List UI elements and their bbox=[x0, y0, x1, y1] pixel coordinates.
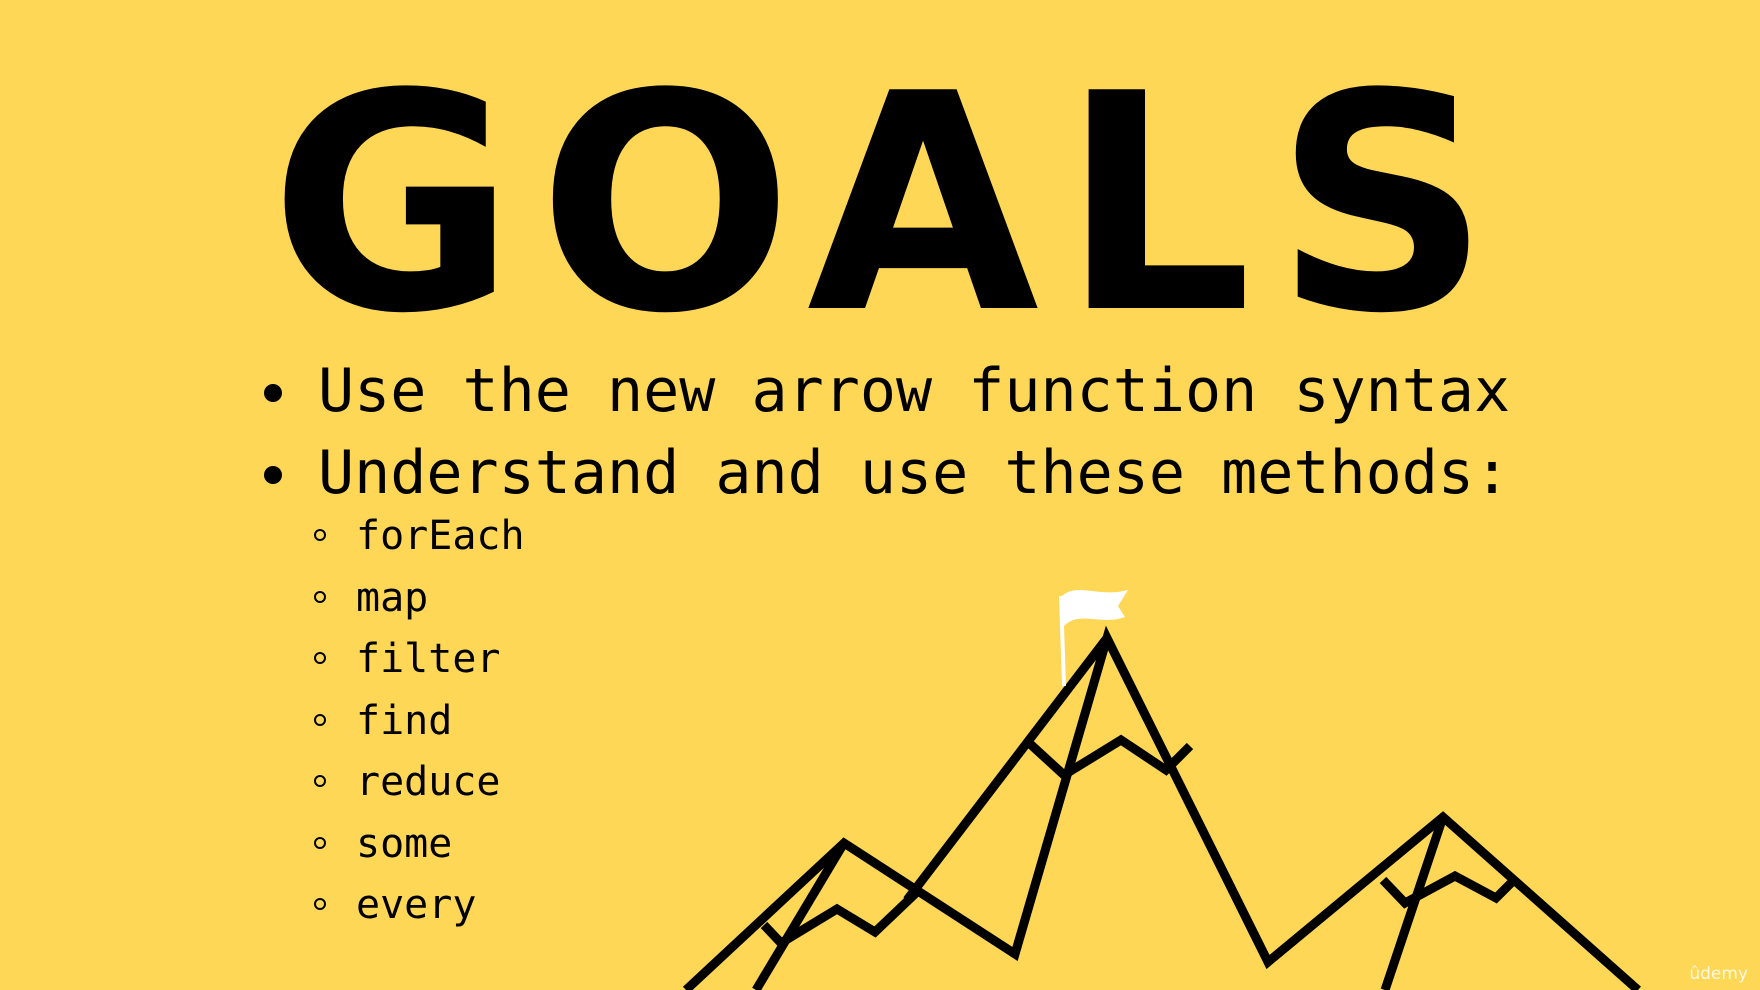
flag bbox=[1062, 590, 1128, 626]
mountain-outline bbox=[682, 625, 1641, 990]
udemy-watermark: ûdemy bbox=[1689, 964, 1748, 984]
mountain-with-flag-icon bbox=[682, 590, 1641, 990]
snow-cap bbox=[1379, 870, 1518, 909]
slide: GOALS Use the new arrow function syntax … bbox=[0, 0, 1760, 990]
